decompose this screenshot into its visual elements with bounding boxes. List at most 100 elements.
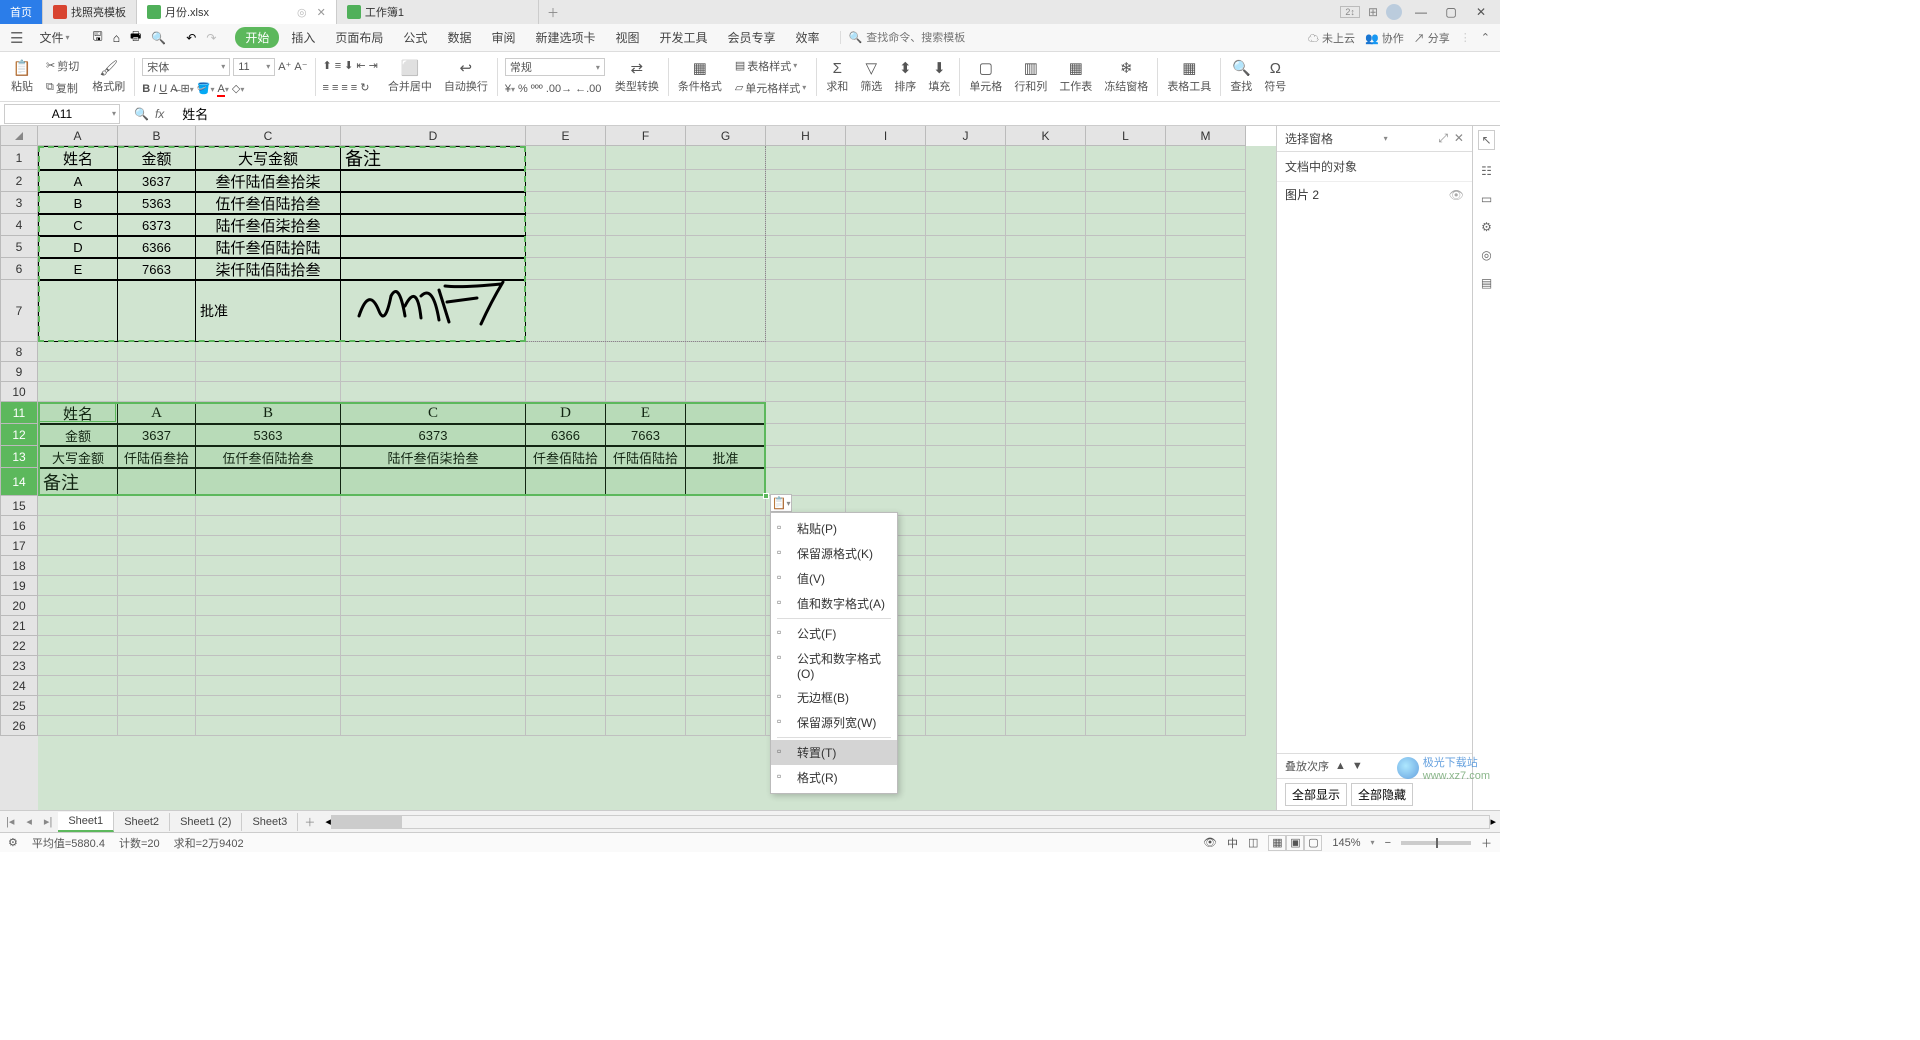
cell[interactable]: [526, 516, 606, 536]
cell[interactable]: [1166, 656, 1246, 676]
row-header[interactable]: 8: [0, 342, 38, 362]
cell[interactable]: [686, 616, 766, 636]
user-icon[interactable]: [1386, 4, 1402, 20]
cell[interactable]: 陆仟叁佰柒拾叁: [341, 446, 526, 468]
cell[interactable]: [38, 280, 118, 342]
cell[interactable]: [926, 596, 1006, 616]
cell[interactable]: [926, 362, 1006, 382]
cell[interactable]: [766, 446, 846, 468]
cell[interactable]: [341, 382, 526, 402]
cell[interactable]: [606, 382, 686, 402]
cell[interactable]: A: [118, 402, 196, 424]
cell[interactable]: [341, 214, 526, 236]
row-header[interactable]: 6: [0, 258, 38, 280]
tab-template[interactable]: 找照亮模板: [43, 0, 137, 24]
close-window-icon[interactable]: ✕: [1470, 2, 1492, 22]
menu-review[interactable]: 审阅: [483, 26, 523, 49]
row-header[interactable]: 11: [0, 402, 38, 424]
ctx-item[interactable]: ▫值(V): [771, 566, 897, 591]
cell[interactable]: [926, 280, 1006, 342]
cell[interactable]: [606, 596, 686, 616]
cell[interactable]: [526, 656, 606, 676]
redo-icon[interactable]: ↷: [203, 31, 219, 45]
cell[interactable]: [196, 676, 341, 696]
cell[interactable]: [766, 192, 846, 214]
cell[interactable]: [1166, 696, 1246, 716]
cell[interactable]: [38, 382, 118, 402]
row-header[interactable]: 19: [0, 576, 38, 596]
font-select[interactable]: 宋体▾: [142, 58, 230, 76]
cell[interactable]: [1166, 576, 1246, 596]
col-header[interactable]: J: [926, 126, 1006, 146]
row-header[interactable]: 2: [0, 170, 38, 192]
cell[interactable]: [926, 636, 1006, 656]
sheet-tab-1[interactable]: Sheet1: [58, 812, 114, 832]
cell[interactable]: [1086, 516, 1166, 536]
cell[interactable]: 批准: [686, 446, 766, 468]
dec-inc-icon[interactable]: .00→: [546, 83, 572, 95]
cell-style-button[interactable]: ▱单元格样式▾: [732, 79, 809, 97]
cell[interactable]: 6373: [118, 214, 196, 236]
sheet-tab-4[interactable]: Sheet3: [242, 813, 298, 831]
border-icon[interactable]: ⊞▾: [181, 82, 194, 95]
row-header[interactable]: 15: [0, 496, 38, 516]
cell[interactable]: [606, 496, 686, 516]
cell[interactable]: [341, 716, 526, 736]
symbol-button[interactable]: Ω符号: [1259, 60, 1291, 94]
currency-icon[interactable]: ¥▾: [505, 83, 515, 95]
cell[interactable]: [341, 536, 526, 556]
cell[interactable]: [606, 696, 686, 716]
object-item[interactable]: 图片 2👁: [1277, 182, 1472, 207]
row-header[interactable]: 21: [0, 616, 38, 636]
cell[interactable]: [686, 362, 766, 382]
rowcol-button[interactable]: ▥行和列: [1009, 59, 1052, 94]
ctx-item[interactable]: ▫无边框(B): [771, 685, 897, 710]
cell[interactable]: [766, 214, 846, 236]
cell[interactable]: [1086, 676, 1166, 696]
cell[interactable]: [766, 280, 846, 342]
close-panel-icon[interactable]: ✕: [1454, 131, 1464, 146]
menu-insert[interactable]: 插入: [283, 26, 323, 49]
tool-icon-5[interactable]: ▤: [1481, 276, 1492, 290]
cell[interactable]: [686, 696, 766, 716]
indent-left-icon[interactable]: ⇤: [356, 59, 365, 72]
cell[interactable]: [606, 676, 686, 696]
cell[interactable]: [38, 362, 118, 382]
cell[interactable]: [38, 496, 118, 516]
cell[interactable]: [1166, 424, 1246, 446]
cell[interactable]: [196, 696, 341, 716]
col-header[interactable]: E: [526, 126, 606, 146]
row-header[interactable]: 22: [0, 636, 38, 656]
menu-newtab[interactable]: 新建选项卡: [527, 26, 603, 49]
cell[interactable]: [686, 402, 766, 424]
cell[interactable]: [926, 146, 1006, 170]
sort-button[interactable]: ⬍排序: [889, 59, 921, 94]
cell[interactable]: [1086, 362, 1166, 382]
indent-right-icon[interactable]: ⇥: [369, 59, 378, 72]
cell[interactable]: [1086, 402, 1166, 424]
cell[interactable]: [526, 536, 606, 556]
menu-data[interactable]: 数据: [439, 26, 479, 49]
cell[interactable]: [686, 656, 766, 676]
add-sheet-icon[interactable]: ＋: [298, 814, 321, 830]
view-layout-icon[interactable]: ▣: [1286, 835, 1304, 851]
clear-icon[interactable]: ◇▾: [232, 82, 244, 95]
first-sheet-icon[interactable]: |◂: [0, 815, 20, 828]
merge-button[interactable]: ⬜合并居中: [383, 59, 437, 94]
cell[interactable]: [926, 236, 1006, 258]
cell[interactable]: 大写金额: [196, 146, 341, 170]
cell[interactable]: [926, 536, 1006, 556]
cell[interactable]: [926, 576, 1006, 596]
cell[interactable]: [118, 556, 196, 576]
eye-stat-icon[interactable]: 👁: [1203, 836, 1217, 849]
close-icon[interactable]: ✕: [317, 6, 326, 19]
cell[interactable]: [1166, 636, 1246, 656]
cell[interactable]: C: [341, 402, 526, 424]
cell[interactable]: 5363: [118, 192, 196, 214]
cell[interactable]: 备注: [341, 146, 526, 170]
cell[interactable]: [38, 536, 118, 556]
cell[interactable]: [686, 342, 766, 362]
cell[interactable]: [118, 536, 196, 556]
cell[interactable]: [926, 214, 1006, 236]
cell[interactable]: [526, 716, 606, 736]
